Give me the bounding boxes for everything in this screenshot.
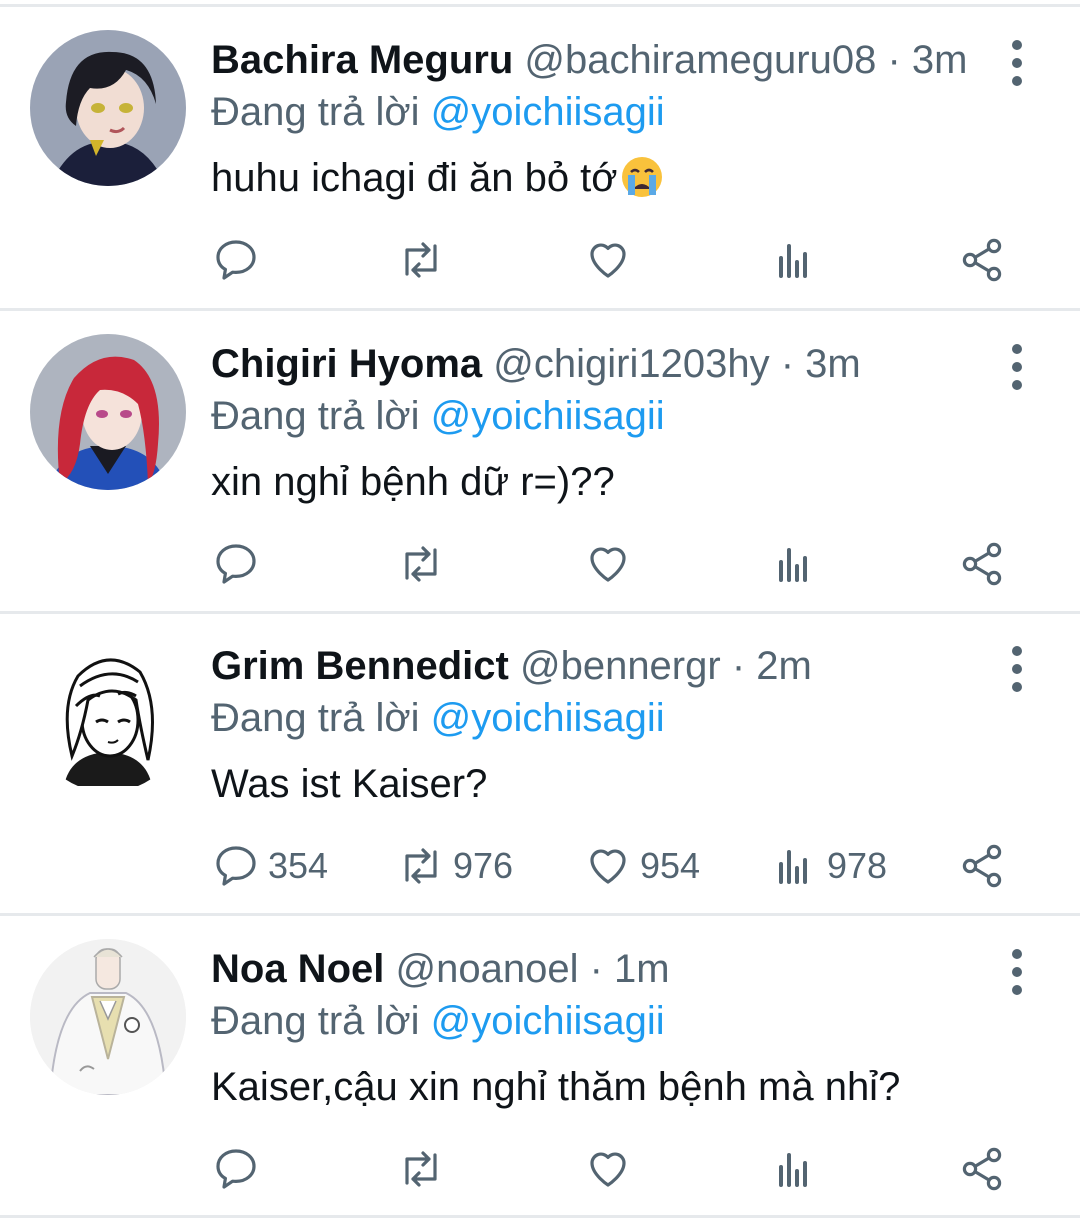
like-button[interactable]: 954 — [584, 836, 700, 896]
heart-icon — [590, 849, 626, 884]
user-handle[interactable]: @chigiri1203hy — [493, 342, 769, 386]
avatar[interactable] — [30, 334, 186, 490]
separator: · — [780, 342, 795, 386]
share-button[interactable] — [958, 836, 1006, 896]
reply-prefix: Đang trả lời — [211, 999, 431, 1043]
views-button[interactable] — [771, 534, 827, 594]
separator: · — [589, 947, 603, 991]
share-button[interactable] — [958, 1139, 1006, 1199]
timestamp[interactable]: 2m — [756, 644, 812, 688]
retweet-button[interactable] — [397, 1139, 453, 1199]
heart-icon — [590, 243, 626, 278]
share-icon — [962, 542, 1002, 586]
views-count: 978 — [827, 845, 888, 886]
views-button[interactable] — [771, 1139, 827, 1199]
tweet-header: Chigiri Hyoma @chigiri1203hy · 3m — [211, 338, 861, 390]
reply-icon — [216, 240, 256, 280]
mention-link[interactable]: @yoichiisagii — [431, 999, 665, 1043]
reply-icon — [216, 544, 256, 584]
retweet-icon — [405, 848, 437, 884]
tweet-header: Noa Noel @noanoel · 1m — [211, 943, 670, 995]
reply-prefix: Đang trả lời — [211, 90, 431, 134]
views-icon — [779, 548, 807, 582]
share-icon — [962, 1147, 1002, 1191]
avatar[interactable] — [30, 939, 186, 1095]
replying-to: Đang trả lời @yoichiisagii — [211, 86, 665, 138]
more-options-icon[interactable] — [1000, 40, 1034, 86]
heart-icon — [590, 547, 626, 582]
reply-prefix: Đang trả lời — [211, 394, 431, 438]
crying-face-icon — [621, 157, 662, 197]
tweet-text: huhu ichagi đi ăn bỏ tớ — [211, 152, 664, 204]
display-name[interactable]: Grim Bennedict — [211, 644, 509, 688]
views-button[interactable] — [771, 230, 827, 290]
like-button[interactable] — [584, 230, 640, 290]
separator: · — [731, 644, 746, 688]
like-button[interactable] — [584, 1139, 640, 1199]
timestamp[interactable]: 3m — [912, 38, 968, 82]
tweet[interactable]: Noa Noel @noanoel · 1m Đang trả lời @yoi… — [0, 909, 1080, 1209]
mention-link[interactable]: @yoichiisagii — [431, 90, 665, 134]
views-button[interactable]: 978 — [771, 836, 887, 896]
display-name[interactable]: Bachira Meguru — [211, 38, 513, 82]
tweet-actions — [0, 534, 1080, 594]
tweet-actions: 354 976 954 978 — [0, 836, 1080, 896]
views-icon — [779, 244, 807, 278]
retweet-button[interactable]: 976 — [397, 836, 513, 896]
reply-prefix: Đang trả lời — [211, 696, 431, 740]
tweet-actions — [0, 1139, 1080, 1199]
heart-icon — [590, 1152, 626, 1187]
replying-to: Đang trả lời @yoichiisagii — [211, 995, 665, 1047]
timestamp[interactable]: 1m — [614, 947, 670, 991]
share-button[interactable] — [958, 534, 1006, 594]
more-options-icon[interactable] — [1000, 646, 1034, 692]
more-options-icon[interactable] — [1000, 949, 1034, 995]
replying-to: Đang trả lời @yoichiisagii — [211, 692, 665, 744]
display-name[interactable]: Chigiri Hyoma — [211, 342, 482, 386]
share-icon — [962, 844, 1002, 888]
reply-button[interactable] — [212, 230, 268, 290]
display-name[interactable]: Noa Noel — [211, 947, 384, 991]
retweet-button[interactable] — [397, 230, 453, 290]
separator: · — [887, 38, 901, 82]
like-count: 954 — [640, 845, 701, 886]
retweet-icon — [405, 1151, 437, 1187]
retweet-icon — [405, 242, 437, 278]
reply-icon — [216, 1149, 256, 1189]
tweet[interactable]: Grim Bennedict @bennergr · 2m Đang trả l… — [0, 606, 1080, 906]
reply-count: 354 — [268, 845, 329, 886]
tweet[interactable]: Bachira Meguru @bachirameguru08 · 3m Đan… — [0, 0, 1080, 300]
tweet-text: Kaiser,cậu xin nghỉ thăm bệnh mà nhỉ? — [211, 1065, 901, 1109]
reply-button[interactable] — [212, 534, 268, 594]
avatar[interactable] — [30, 636, 186, 792]
mention-link[interactable]: @yoichiisagii — [431, 394, 665, 438]
tweet[interactable]: Chigiri Hyoma @chigiri1203hy · 3m Đang t… — [0, 304, 1080, 604]
share-icon — [962, 238, 1002, 282]
views-icon — [779, 1153, 807, 1187]
reply-button[interactable]: 354 — [212, 836, 328, 896]
retweet-count: 976 — [453, 845, 514, 886]
user-handle[interactable]: @bennergr — [520, 644, 721, 688]
tweet-text: Was ist Kaiser? — [211, 762, 488, 806]
tweet-actions — [0, 230, 1080, 290]
share-button[interactable] — [958, 230, 1006, 290]
retweet-button[interactable] — [397, 534, 453, 594]
more-options-icon[interactable] — [1000, 344, 1034, 390]
reply-button[interactable] — [212, 1139, 268, 1199]
divider — [0, 1215, 1080, 1218]
views-icon — [779, 850, 807, 884]
like-button[interactable] — [584, 534, 640, 594]
tweet-text-content: huhu ichagi đi ăn bỏ tớ — [211, 156, 618, 200]
tweet-header: Grim Bennedict @bennergr · 2m — [211, 640, 812, 692]
user-handle[interactable]: @noanoel — [395, 947, 578, 991]
avatar[interactable] — [30, 30, 186, 186]
reply-icon — [216, 846, 256, 886]
tweet-text: xin nghỉ bệnh dữ r=)?? — [211, 460, 615, 504]
user-handle[interactable]: @bachirameguru08 — [524, 38, 876, 82]
replying-to: Đang trả lời @yoichiisagii — [211, 390, 665, 442]
tweet-header: Bachira Meguru @bachirameguru08 · 3m — [211, 34, 968, 86]
mention-link[interactable]: @yoichiisagii — [431, 696, 665, 740]
retweet-icon — [405, 546, 437, 582]
timestamp[interactable]: 3m — [805, 342, 861, 386]
